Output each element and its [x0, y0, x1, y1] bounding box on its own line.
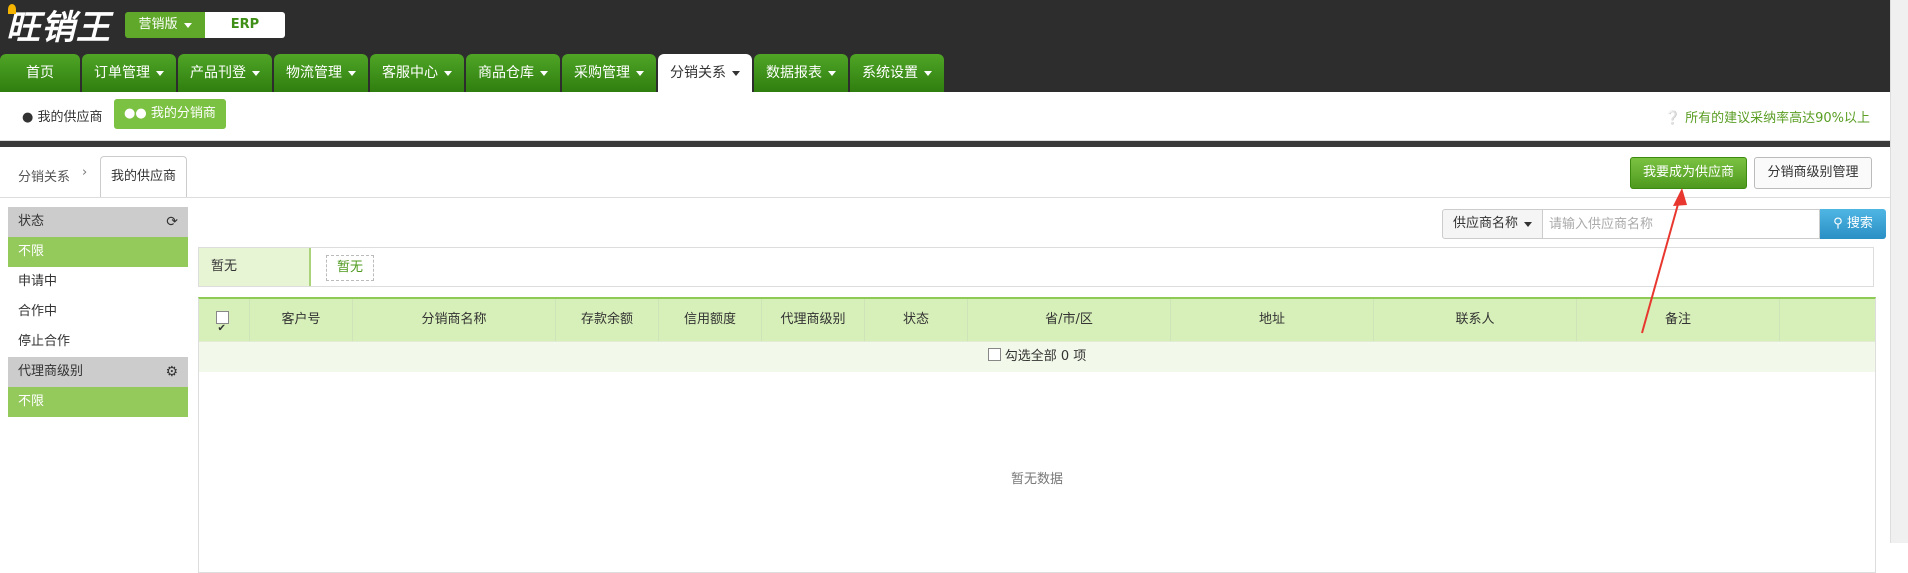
chevron-down-icon [183, 23, 192, 28]
search-button[interactable]: ⚲ 搜索 [1820, 209, 1886, 239]
level-filter-item[interactable]: 不限 [8, 387, 188, 417]
nav-tab-4[interactable]: 客服中心 [370, 54, 464, 92]
users-icon: ●● [124, 106, 147, 121]
nav-tab-label: 产品刊登 [190, 65, 246, 81]
filter-tag[interactable]: 暂无 [326, 255, 375, 281]
become-supplier-button[interactable]: 我要成为供应商 [1630, 157, 1747, 189]
logo-mark-icon [8, 4, 16, 14]
tip-text: 所有的建议采纳率高达90%以上 [1685, 111, 1870, 126]
nav-tab-6[interactable]: 采购管理 [562, 54, 656, 92]
header-checkbox[interactable] [215, 308, 229, 350]
nav-tab-label: 数据报表 [766, 65, 822, 81]
chevron-right-icon: › [82, 165, 88, 180]
table-header: 客户号分销商名称存款余额信用额度代理商级别状态省/市/区地址联系人备注 [199, 299, 1875, 350]
column-header[interactable]: 地址 [1171, 299, 1374, 341]
my-distributors-button[interactable]: ●● 我的分销商 [114, 99, 226, 129]
nav-tab-label: 采购管理 [574, 65, 630, 81]
search-field-label: 供应商名称 [1452, 216, 1518, 231]
question-circle-icon: ❔ [1664, 111, 1681, 126]
chevron-down-icon [540, 70, 548, 76]
status-filter-item[interactable]: 申请中 [8, 267, 188, 297]
nav-tab-label: 分销关系 [670, 65, 726, 81]
chevron-down-icon [732, 70, 740, 76]
chevron-down-icon [828, 70, 836, 76]
logo: 旺销王 [6, 0, 111, 49]
nav-tab-label: 物流管理 [286, 65, 342, 81]
sidebar: 状态 ⟳ 不限 申请中 合作中 停止合作 代理商级别 ⚙ 不限 [8, 207, 188, 417]
distributor-level-button[interactable]: 分销商级别管理 [1754, 157, 1872, 189]
nav-tab-label: 系统设置 [862, 65, 918, 81]
status-filter-item[interactable]: 停止合作 [8, 327, 188, 357]
sub-nav: ● 我的供应商 ●● 我的分销商 ❔ 所有的建议采纳率高达90%以上 [0, 92, 1890, 141]
level-title: 代理商级别 [18, 364, 84, 379]
select-all-label: 勾选全部 0 项 [1004, 349, 1087, 364]
empty-state: 暂无数据 [199, 372, 1875, 572]
nav-tab-label: 客服中心 [382, 65, 438, 81]
empty-text: 暂无数据 [1010, 472, 1063, 487]
header-checkbox-cell [199, 299, 250, 350]
nav-tab-9[interactable]: 系统设置 [850, 54, 944, 92]
nav-tab-3[interactable]: 物流管理 [274, 54, 368, 92]
column-header[interactable]: 省/市/区 [968, 299, 1171, 341]
column-header[interactable]: 代理商级别 [762, 299, 865, 341]
search-icon: ⚲ [1833, 216, 1843, 231]
filter-row: 暂无 暂无 [198, 247, 1874, 287]
status-header: 状态 ⟳ [8, 207, 188, 237]
tab-my-suppliers[interactable]: 我的供应商 [100, 156, 188, 197]
nav-tab-label: 商品仓库 [478, 65, 534, 81]
top-bar: 旺销王 营销版 ERP 首页 订单管理 产品刊登 物流管理 客服中心 商品仓库 采购管理 分销… [0, 0, 1890, 92]
select-all-checkbox[interactable] [987, 348, 1001, 361]
nav-tab-0[interactable]: 首页 [0, 54, 80, 92]
my-suppliers-label: 我的供应商 [37, 110, 103, 125]
nav-tab-5[interactable]: 商品仓库 [466, 54, 560, 92]
nav-tab-1[interactable]: 订单管理 [82, 54, 176, 92]
search-input[interactable] [1543, 209, 1820, 239]
suggestion-tip[interactable]: ❔ 所有的建议采纳率高达90%以上 [1665, 107, 1870, 126]
my-distributors-label: 我的分销商 [150, 106, 216, 121]
chevron-down-icon [252, 70, 260, 76]
breadcrumb-root[interactable]: 分销关系 [18, 166, 70, 185]
column-header[interactable]: 联系人 [1374, 299, 1577, 341]
column-header[interactable]: 信用额度 [659, 299, 762, 341]
user-icon: ● [22, 110, 34, 125]
main-nav: 首页 订单管理 产品刊登 物流管理 客服中心 商品仓库 采购管理 分销关系 数据报表 系统设置 [0, 54, 946, 92]
nav-tab-2[interactable]: 产品刊登 [178, 54, 272, 92]
search-button-label: 搜索 [1846, 216, 1873, 231]
my-suppliers-link[interactable]: ● 我的供应商 [22, 106, 103, 125]
search-bar: 供应商名称 ⚲ 搜索 [1442, 209, 1886, 239]
erp-button[interactable]: ERP [205, 12, 285, 38]
scrollbar[interactable] [1890, 0, 1908, 543]
status-title: 状态 [18, 214, 45, 229]
column-header[interactable]: 存款余额 [556, 299, 659, 341]
content-header: 分销关系 › 我的供应商 [0, 147, 1890, 198]
edition-dropdown[interactable]: 营销版 [125, 12, 205, 38]
filter-label: 暂无 [199, 248, 311, 286]
chevron-down-icon [156, 70, 164, 76]
chevron-down-icon [348, 70, 356, 76]
select-all-row[interactable]: 勾选全部 0 项 [199, 341, 1875, 372]
nav-tab-8[interactable]: 数据报表 [754, 54, 848, 92]
nav-tab-label: 首页 [26, 65, 54, 81]
status-filter-item[interactable]: 合作中 [8, 297, 188, 327]
level-header: 代理商级别 ⚙ [8, 357, 188, 387]
search-field-dropdown[interactable]: 供应商名称 [1442, 209, 1543, 239]
edition-label: 营销版 [138, 17, 178, 32]
chevron-down-icon [636, 70, 644, 76]
chevron-down-icon [1524, 222, 1532, 227]
chevron-down-icon [924, 70, 932, 76]
nav-tab-7[interactable]: 分销关系 [658, 54, 752, 92]
column-header[interactable]: 客户号 [250, 299, 353, 341]
chevron-down-icon [444, 70, 452, 76]
column-header[interactable]: 备注 [1577, 299, 1780, 341]
nav-tab-label: 订单管理 [94, 65, 150, 81]
gear-icon[interactable]: ⚙ [165, 357, 178, 387]
logo-text: 旺销王 [6, 8, 111, 48]
distributor-table: 客户号分销商名称存款余额信用额度代理商级别状态省/市/区地址联系人备注 勾选全部… [198, 297, 1876, 573]
status-filter-item[interactable]: 不限 [8, 237, 188, 267]
column-header[interactable]: 状态 [865, 299, 968, 341]
column-header[interactable]: 分销商名称 [353, 299, 556, 341]
refresh-icon[interactable]: ⟳ [166, 207, 178, 237]
